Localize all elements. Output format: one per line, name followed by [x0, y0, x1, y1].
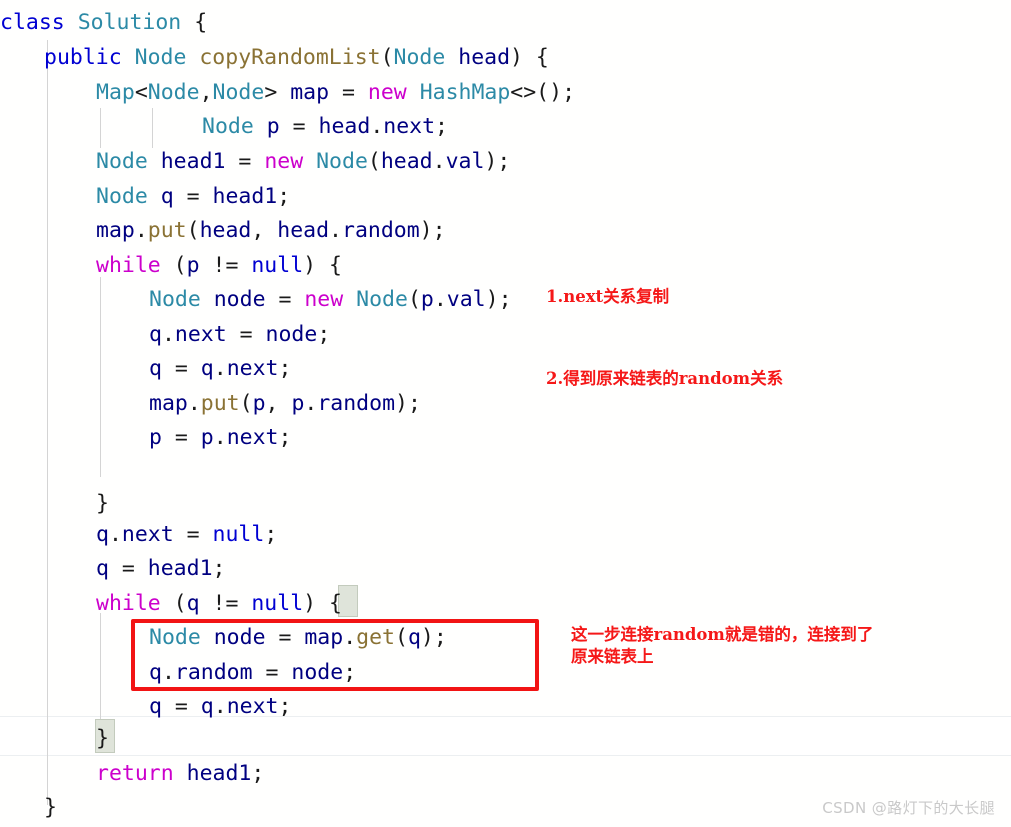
code-line-6[interactable]: Node q = head1;: [0, 180, 290, 215]
code-line-16[interactable]: q.next = null;: [0, 518, 277, 553]
code-line-8[interactable]: while (p != null) {: [0, 249, 342, 284]
code-line-3[interactable]: Map<Node,Node> map = new HashMap<>();: [0, 76, 575, 111]
code-line-10[interactable]: q.next = node;: [0, 318, 330, 353]
code-line-5[interactable]: Node head1 = new Node(head.val);: [0, 145, 510, 180]
csdn-watermark: CSDN @路灯下的大长腿: [822, 799, 995, 817]
code-line-23[interactable]: return head1;: [0, 757, 264, 792]
code-line-22[interactable]: }: [0, 722, 109, 757]
code-line-24[interactable]: }: [0, 791, 57, 826]
annot-2: 2.得到原来链表的random关系: [546, 369, 784, 388]
code-text-layer[interactable]: class Solution {public Node copyRandomLi…: [0, 0, 1011, 827]
code-line-15[interactable]: }: [0, 487, 109, 522]
code-line-11[interactable]: q = q.next;: [0, 352, 291, 387]
code-line-12[interactable]: map.put(p, p.random);: [0, 387, 421, 422]
code-line-1[interactable]: class Solution {: [0, 6, 207, 41]
code-line-13[interactable]: p = p.next;: [0, 421, 291, 456]
code-line-2[interactable]: public Node copyRandomList(Node head) {: [0, 41, 549, 76]
code-line-21[interactable]: q = q.next;: [0, 690, 291, 725]
code-line-18[interactable]: while (q != null) {: [0, 587, 342, 622]
code-editor-canvas[interactable]: ' class Solution {public Node copyRandom…: [0, 0, 1011, 827]
code-line-9[interactable]: Node node = new Node(p.val);: [0, 283, 512, 318]
code-line-4[interactable]: Node p = head.next;: [0, 110, 448, 145]
annot-3: 这一步连接random就是错的，连接到了 原来链表上: [571, 625, 874, 666]
code-line-7[interactable]: map.put(head, head.random);: [0, 214, 446, 249]
code-line-17[interactable]: q = head1;: [0, 552, 225, 587]
code-line-19[interactable]: Node node = map.get(q);: [0, 621, 447, 656]
code-line-20[interactable]: q.random = node;: [0, 656, 356, 691]
annot-1: 1.next关系复制: [546, 287, 670, 306]
